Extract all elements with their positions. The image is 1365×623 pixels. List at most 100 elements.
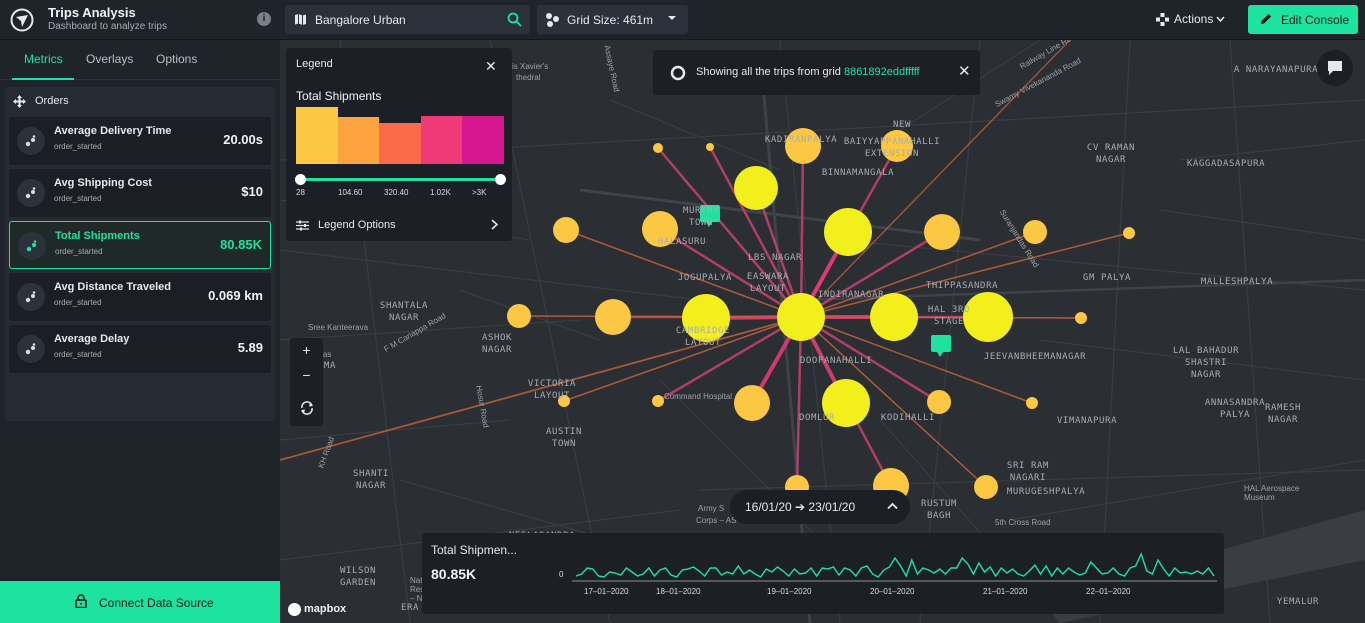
metric-value: 20.00s	[223, 132, 263, 147]
place-label: NEW	[892, 120, 912, 130]
grid-cell-dot	[734, 385, 770, 421]
sidebar: Metrics Overlays Options Orders Average …	[0, 40, 280, 623]
legend-ticks: 28 104.60 320.40 1.02K >3K	[296, 188, 506, 200]
orders-panel: Orders Average Delivery Time order_start…	[5, 87, 275, 421]
place-label: DOMLUR	[798, 413, 836, 423]
date-range-label: 16/01/20 ➔ 23/01/20	[745, 500, 856, 514]
close-icon[interactable]: ✕	[485, 58, 497, 75]
poi-marker-tail	[937, 352, 943, 357]
metric-icon	[17, 283, 45, 311]
lock-icon	[75, 594, 87, 608]
grid-size-select[interactable]: Grid Size: 461m	[537, 5, 688, 34]
zoom-in-button[interactable]: +	[290, 338, 323, 363]
edit-console-button[interactable]: Edit Console	[1248, 5, 1358, 34]
road-label: Command Hospital	[664, 392, 733, 401]
place-label: MALLESHPALYA	[1200, 277, 1274, 287]
legend-options-label: Legend Options	[318, 219, 396, 231]
place-label: BINNAMANGALA	[821, 168, 895, 178]
street-line	[280, 249, 701, 301]
highway-line	[579, 188, 981, 242]
trip-arc	[799, 145, 805, 318]
place-label: SHANTALA NAGAR	[379, 301, 429, 323]
metric-event: order_started	[54, 298, 102, 307]
place-label: GM PALYA	[1082, 273, 1132, 283]
metric-icon	[17, 335, 45, 363]
grid-cell-dot	[963, 292, 1013, 342]
tab-options[interactable]: Options	[156, 52, 197, 66]
place-label: HALASURU	[657, 237, 707, 247]
app-title: Trips Analysis	[48, 5, 136, 20]
trip-arc	[795, 316, 803, 488]
search-input[interactable]	[315, 5, 495, 34]
tab-metrics[interactable]: Metrics	[24, 52, 63, 66]
search-icon[interactable]	[507, 12, 522, 27]
range-slider-min-handle[interactable]	[295, 174, 306, 185]
legend-color-bin	[420, 116, 463, 164]
move-icon	[13, 95, 26, 108]
orders-title: Orders	[35, 95, 69, 107]
close-icon[interactable]: ✕	[958, 62, 971, 80]
place-label: VICTORIA LAYOUT	[527, 379, 577, 401]
metric-average-delivery-time[interactable]: Average Delivery Time order_started 20.0…	[9, 117, 271, 165]
place-label: JEEVANBHEEMANAGAR	[983, 352, 1087, 362]
app-subtitle: Dashboard to analyze trips	[48, 21, 167, 32]
grid-cell-dot	[974, 475, 998, 499]
grid-cell-dot	[595, 299, 631, 335]
road-label: Army S	[698, 504, 725, 513]
date-range-toggle[interactable]: 16/01/20 ➔ 23/01/20	[730, 490, 910, 524]
street-line	[1159, 209, 1365, 241]
timeline-tick: 19–01–2020	[767, 587, 812, 596]
place-label: KADIRANPALYA	[764, 135, 838, 145]
road-label: cis Xavier's	[508, 62, 549, 71]
legend-tick: 104.60	[338, 188, 363, 197]
mapbox-logo-icon	[288, 603, 301, 616]
place-label: WILSON GARDEN	[339, 566, 377, 588]
legend-color-bin	[337, 117, 380, 164]
metric-avg-shipping-cost[interactable]: Avg Shipping Cost order_started $10	[9, 169, 271, 217]
zoom-out-button[interactable]: −	[290, 363, 323, 388]
timeline-tick: 18–01–2020	[656, 587, 701, 596]
connect-data-source-button[interactable]: Connect Data Source	[0, 581, 280, 623]
metric-name: Average Delay	[54, 333, 130, 345]
legend-range-slider[interactable]	[300, 178, 500, 181]
legend-panel: Legend ✕ Total Shipments 28 104.60 320.4…	[286, 48, 512, 241]
metric-icon	[17, 179, 45, 207]
compass-button[interactable]	[290, 396, 323, 421]
grid-cell-dot	[553, 217, 579, 243]
legend-options-button[interactable]: Legend Options	[296, 218, 502, 234]
place-label: LBS NAGAR	[747, 253, 803, 263]
info-icon[interactable]: i	[257, 12, 271, 26]
actions-menu[interactable]: Actions	[1152, 8, 1232, 30]
place-label: MURUGESHPALYA	[1006, 487, 1086, 497]
metric-name: Avg Distance Traveled	[54, 281, 171, 293]
grid-cell-dot	[1026, 397, 1038, 409]
grid-cell-dot	[924, 214, 960, 250]
tab-overlays[interactable]: Overlays	[86, 52, 133, 66]
legend-tick: >3K	[472, 188, 487, 197]
top-bar: Trips Analysis Dashboard to analyze trip…	[0, 0, 1365, 40]
place-label: HAL 3RD STAGE	[927, 305, 971, 327]
metric-total-shipments[interactable]: Total Shipments order_started 80.85K	[9, 221, 271, 269]
metric-value: 5.89	[237, 340, 263, 355]
timeline-panel: Total Shipmen... 80.85K 0 17–01–2020 18–…	[422, 533, 1224, 614]
range-slider-max-handle[interactable]	[495, 174, 506, 185]
place-label: LAL BAHADUR SHASTRI NAGAR	[1172, 346, 1240, 380]
metric-event: order_started	[54, 194, 102, 203]
metric-event: order_started	[55, 247, 103, 256]
street-line	[1229, 40, 1271, 623]
chevron-down-icon	[668, 16, 676, 20]
legend-histogram	[296, 107, 504, 164]
metric-average-delay[interactable]: Average Delay order_started 5.89	[9, 325, 271, 373]
metric-avg-distance-traveled[interactable]: Avg Distance Traveled order_started 0.06…	[9, 273, 271, 321]
chat-button[interactable]	[1317, 50, 1353, 86]
grid-id: 8861892eddfffff	[843, 66, 920, 78]
pencil-icon	[1261, 14, 1271, 24]
metric-name: Average Delivery Time	[54, 125, 172, 137]
metric-name: Avg Shipping Cost	[54, 177, 152, 189]
timeline-sparkline[interactable]	[572, 538, 1217, 586]
place-label: CAMBRIDGE LAYOUT	[675, 326, 731, 348]
grid-cell-dot	[1023, 220, 1047, 244]
place-label: DOOPANAHALLI	[799, 356, 873, 366]
legend-title: Legend	[296, 58, 333, 70]
timeline-tick: 17–01–2020	[584, 587, 629, 596]
